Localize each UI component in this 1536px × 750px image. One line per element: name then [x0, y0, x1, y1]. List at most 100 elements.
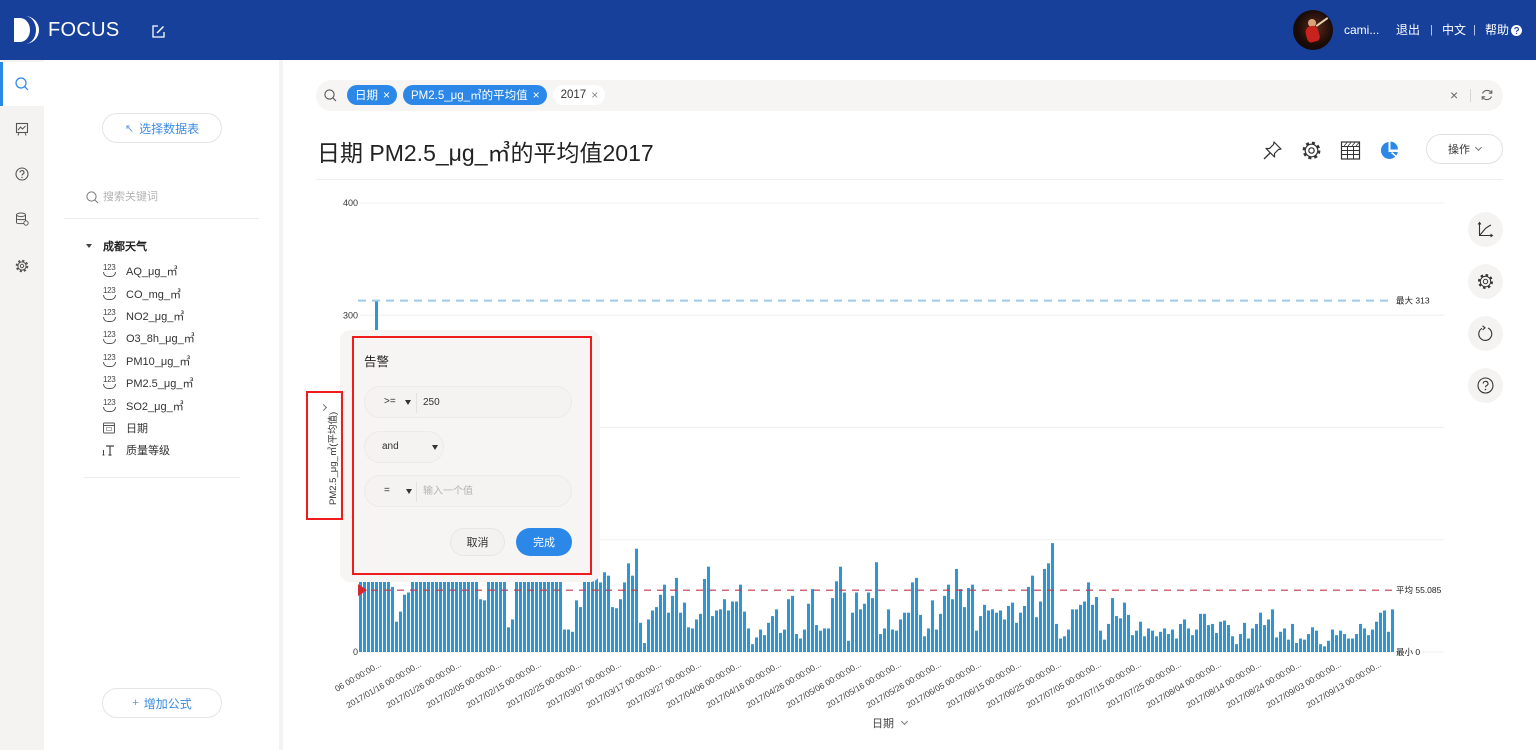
x-tick-label: 2017/02/15 00:00:00...	[464, 659, 543, 710]
threshold-input[interactable]	[423, 394, 563, 411]
refresh-icon[interactable]	[1480, 88, 1494, 102]
x-tick-label: 2017/02/05 00:00:00...	[424, 659, 503, 710]
search-icon	[324, 89, 337, 102]
settings-gear-icon[interactable]	[1301, 140, 1322, 161]
language-link[interactable]: 中文	[1442, 22, 1466, 38]
actions-dropdown[interactable]: 操作	[1426, 134, 1503, 164]
help-link[interactable]: 帮助	[1485, 22, 1509, 38]
bar	[991, 609, 994, 652]
table-view-icon[interactable]	[1340, 140, 1361, 161]
rail-item-database[interactable]	[0, 197, 44, 241]
pin-icon[interactable]	[1262, 140, 1283, 161]
bar	[1379, 612, 1382, 652]
panel-splitter[interactable]	[279, 60, 283, 750]
rail-item-search[interactable]	[0, 62, 44, 106]
bar	[839, 566, 842, 652]
bar	[607, 575, 610, 652]
remove-token-icon[interactable]	[383, 89, 390, 101]
caret-down-icon[interactable]	[405, 400, 411, 405]
bar	[1255, 623, 1258, 652]
field-item[interactable]: NO2_μg_㎥	[102, 305, 272, 327]
bar	[1043, 568, 1046, 652]
rail-item-dashboard[interactable]	[0, 107, 44, 151]
bar	[983, 604, 986, 652]
nav-separator: |	[1430, 24, 1433, 36]
reference-line-label: 平均 55.085	[1396, 585, 1442, 595]
alert-popup: 告警 >= and = 取消 完成	[340, 330, 600, 582]
remove-token-icon[interactable]	[533, 89, 540, 101]
logic-select[interactable]: and	[364, 431, 444, 463]
field-item[interactable]: PM2.5_μg_㎥	[102, 372, 272, 394]
bar	[1023, 605, 1026, 652]
field-item[interactable]: AQ_μg_㎥	[102, 260, 272, 282]
value-input[interactable]	[423, 483, 563, 500]
query-token[interactable]: PM2.5_μg_㎥的平均值	[403, 85, 547, 105]
avatar[interactable]	[1293, 10, 1333, 50]
operator-select[interactable]: =	[384, 485, 390, 496]
query-token[interactable]: 2017	[552, 85, 606, 105]
username[interactable]: cami...	[1344, 22, 1379, 38]
bar	[935, 629, 938, 652]
caret-down-icon[interactable]	[406, 489, 412, 494]
done-button[interactable]: 完成	[516, 528, 572, 556]
bar	[1363, 628, 1366, 652]
app-root: FOCUS cami... 退出 | 中文 | 帮助 ↖ 选择数据表 搜索关键词…	[0, 0, 1536, 750]
bar	[827, 628, 830, 652]
clear-search-icon[interactable]	[1450, 88, 1458, 102]
field-label: 日期	[126, 422, 148, 435]
x-tick-labels: 06 00:00:00...2017/01/16 00:00:00...2017…	[333, 659, 1383, 710]
chevron-right-icon[interactable]	[319, 403, 328, 412]
bar	[1099, 630, 1102, 652]
field-item[interactable]: PM10_μg_㎥	[102, 350, 272, 372]
remove-token-icon[interactable]	[591, 89, 598, 101]
page-title: 日期 PM2.5_μg_㎥的平均值2017	[317, 140, 654, 166]
field-search-input[interactable]	[103, 191, 243, 203]
field-item[interactable]: O3_8h_μg_㎥	[102, 327, 272, 349]
bar	[843, 592, 846, 652]
x-tick-label: 2017/06/15 00:00:00...	[944, 659, 1023, 710]
bar	[567, 629, 570, 652]
field-item[interactable]: 日期	[102, 417, 272, 439]
tree-node-table[interactable]: 成都天气	[86, 238, 147, 254]
condition-row-2: =	[364, 475, 572, 507]
pie-chart-icon[interactable]	[1379, 140, 1400, 161]
bar	[891, 629, 894, 652]
field-item[interactable]: SO2_μg_㎥	[102, 394, 272, 416]
query-search-bar[interactable]: 日期 PM2.5_μg_㎥的平均值 2017	[316, 80, 1503, 111]
bar	[735, 601, 738, 652]
field-item[interactable]: CO_mg_㎥	[102, 282, 272, 304]
bar	[679, 612, 682, 652]
rail-item-help[interactable]	[0, 152, 44, 196]
bar	[1079, 604, 1082, 652]
bar	[747, 628, 750, 652]
bar	[1035, 617, 1038, 652]
bar	[1339, 630, 1342, 652]
logout-link[interactable]: 退出	[1396, 22, 1420, 38]
y-axis-title-highlight[interactable]: PM2.5_μg_㎥(平均值)	[306, 391, 343, 520]
bar	[927, 628, 930, 652]
caret-down-icon[interactable]	[86, 244, 92, 248]
x-axis-title[interactable]: 日期	[872, 715, 909, 731]
bar	[1315, 630, 1318, 652]
bar	[911, 582, 914, 652]
rail-item-settings[interactable]	[0, 244, 44, 288]
field-search[interactable]	[86, 188, 256, 206]
bar	[1159, 631, 1162, 652]
x-tick-label: 2017/03/27 00:00:00...	[624, 659, 703, 710]
edit-icon[interactable]	[151, 24, 166, 39]
divider	[64, 218, 259, 219]
query-token[interactable]: 日期	[347, 85, 398, 105]
bar	[695, 619, 698, 652]
bar	[1323, 646, 1326, 652]
add-formula-button[interactable]: + 增加公式	[102, 688, 222, 718]
field-item[interactable]: 质量等级	[102, 439, 272, 461]
x-axis-title-text: 日期	[872, 718, 894, 730]
select-table-button[interactable]: ↖ 选择数据表	[102, 113, 222, 143]
bar	[1267, 619, 1270, 652]
bar	[743, 611, 746, 652]
number-type-icon	[102, 330, 118, 345]
help-circle-icon[interactable]	[1511, 25, 1522, 36]
bar	[1275, 637, 1278, 652]
operator-select[interactable]: >=	[384, 396, 396, 407]
cancel-button[interactable]: 取消	[450, 528, 505, 556]
